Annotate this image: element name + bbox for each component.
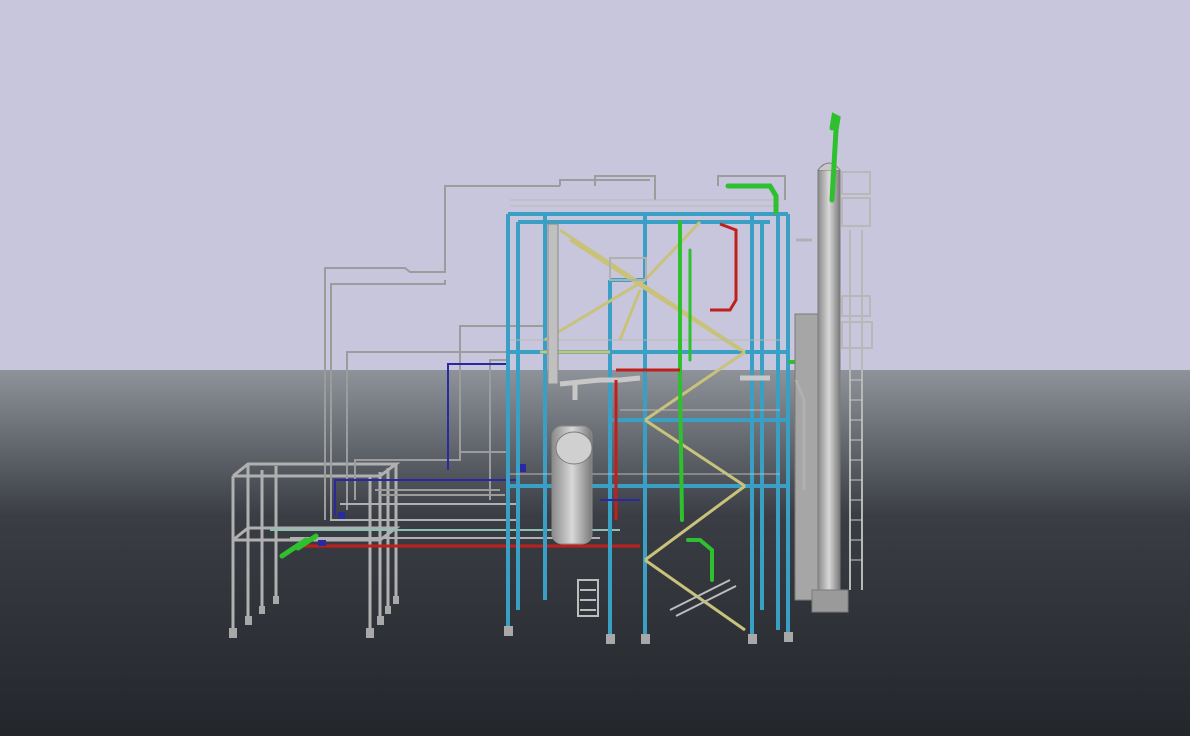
plant-3d-model[interactable]	[0, 0, 1190, 736]
3d-viewport[interactable]	[0, 0, 1190, 736]
ground-plane	[0, 370, 1190, 736]
